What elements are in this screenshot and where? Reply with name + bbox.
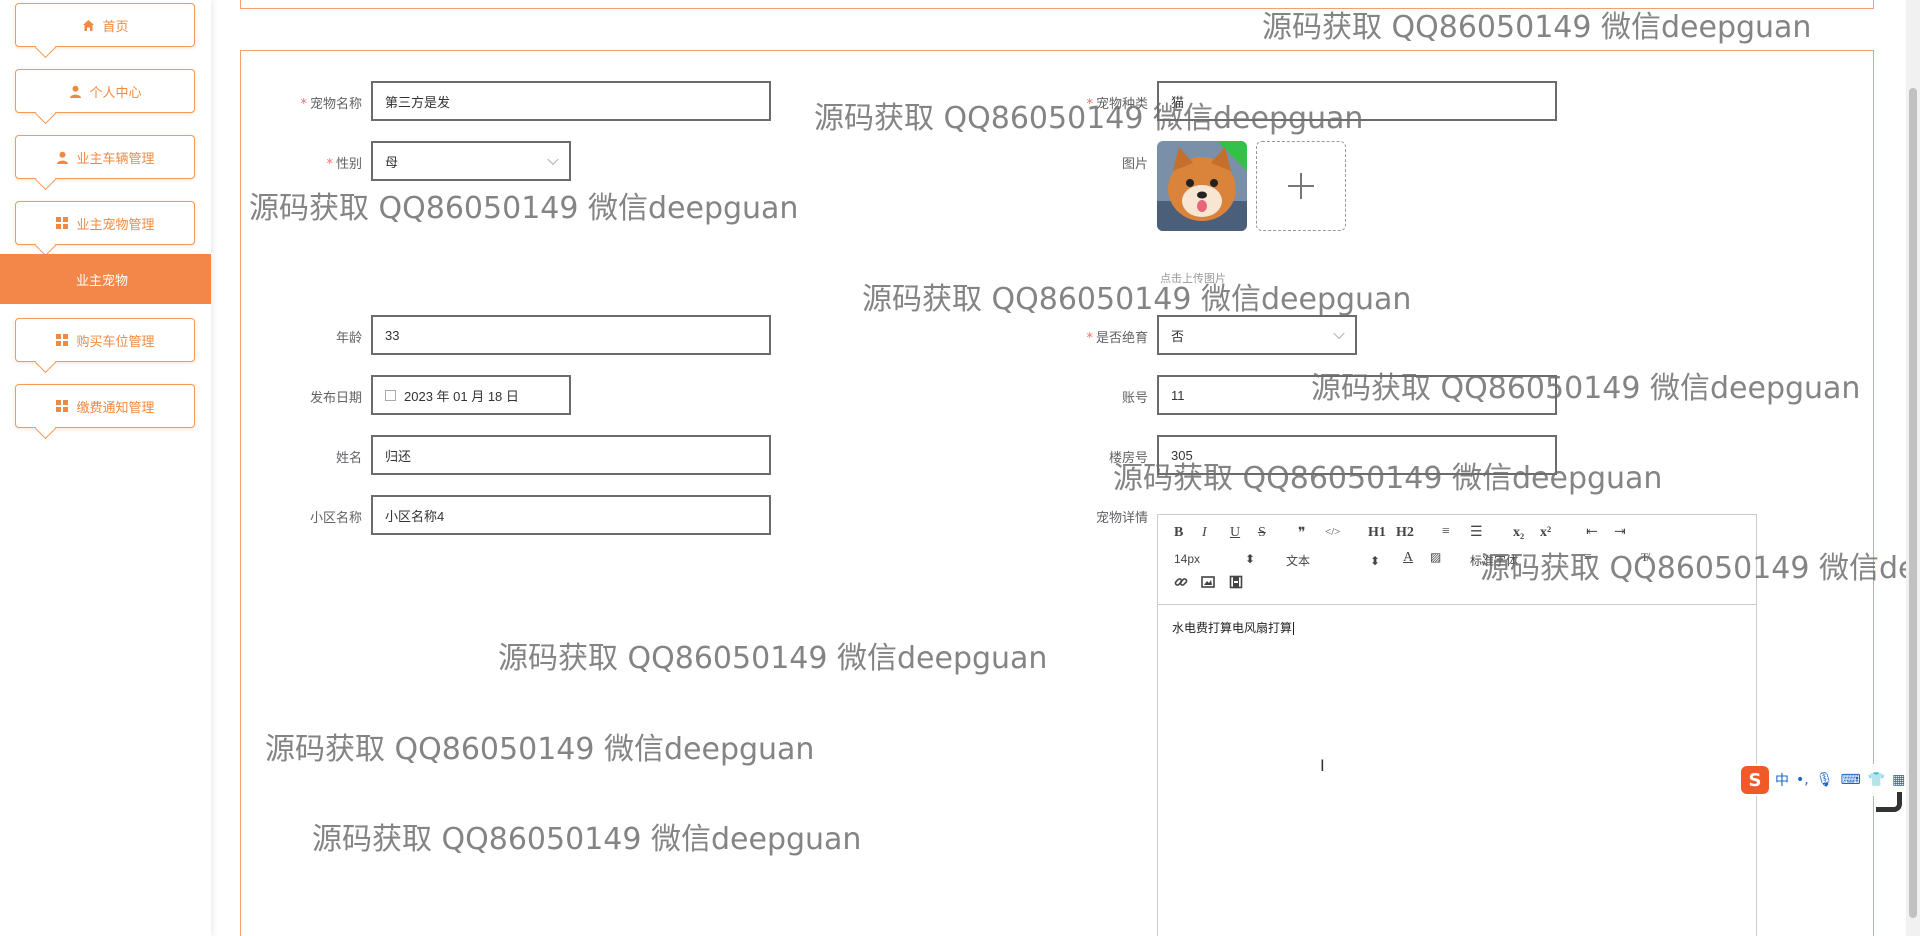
image-label: 图片 xyxy=(1121,157,1148,172)
plus-icon xyxy=(1288,173,1314,199)
neutered-label: * 是否绝育 xyxy=(1086,331,1148,346)
home-icon xyxy=(81,18,95,32)
account-label: 账号 xyxy=(1121,391,1148,406)
microphone-icon[interactable]: 🎙 xyxy=(1816,772,1834,788)
rich-text-editor: B I U S ❞ </> H1 H2 ≡ ☰ x₂ x² ⇤ ⇥ 14px ⬍ … xyxy=(1157,514,1757,936)
link-button[interactable] xyxy=(1174,575,1188,594)
gender-label: * 性别 xyxy=(326,157,362,172)
community-label: 小区名称 xyxy=(309,511,362,526)
video-button[interactable] xyxy=(1229,575,1243,594)
publish-date-label: 发布日期 xyxy=(309,391,362,406)
grid-icon xyxy=(55,216,69,230)
sidebar-subitem-owner-pets[interactable]: 业主宠物 xyxy=(0,254,211,304)
ime-punctuation[interactable]: •, xyxy=(1796,772,1809,788)
sidebar-item-label: 缴费通知管理 xyxy=(76,400,155,416)
header-select[interactable]: 标准字体 xyxy=(1470,552,1518,569)
scrollbar-thumb[interactable] xyxy=(1909,88,1917,918)
name-label: 姓名 xyxy=(335,451,362,466)
age-input[interactable]: 33 xyxy=(371,315,771,355)
pet-type-input[interactable]: 猫 xyxy=(1157,81,1557,121)
user-icon xyxy=(55,150,69,164)
pet-type-label: * 宠物种类 xyxy=(1086,97,1148,112)
image-upload-button[interactable] xyxy=(1256,141,1346,231)
upload-tip: 点击上传图片 xyxy=(1160,272,1226,285)
keyboard-icon[interactable]: ⌨ xyxy=(1841,772,1861,788)
user-icon xyxy=(68,84,82,98)
name-input[interactable]: 归还 xyxy=(371,435,771,475)
editor-toolbar: B I U S ❞ </> H1 H2 ≡ ☰ x₂ x² ⇤ ⇥ 14px ⬍ … xyxy=(1158,515,1756,605)
image-button[interactable] xyxy=(1201,575,1215,594)
code-block-button[interactable]: </> xyxy=(1325,526,1340,538)
age-label: 年龄 xyxy=(335,331,362,346)
font-type-select[interactable]: 文本 ⬍ xyxy=(1286,552,1380,569)
sidebar: 首页 个人中心 业主车辆管理 业主宠物管理 业主宠物 购买车位管理 缴费通知管理 xyxy=(0,0,211,936)
pet-name-input[interactable]: 第三方是发 xyxy=(371,81,771,121)
ime-language[interactable]: 中 xyxy=(1775,770,1789,790)
sidebar-item-parking[interactable]: 购买车位管理 xyxy=(15,318,195,362)
link-icon xyxy=(1174,578,1188,586)
ordered-list-button[interactable]: ≡ xyxy=(1442,524,1450,540)
subscript-button[interactable]: x₂ xyxy=(1513,525,1524,541)
strike-button[interactable]: S xyxy=(1258,525,1266,541)
outdent-button[interactable]: ⇤ xyxy=(1586,524,1598,541)
align-button[interactable]: ≡ xyxy=(1584,550,1592,566)
room-label: 楼房号 xyxy=(1108,451,1148,466)
film-icon xyxy=(1229,575,1243,589)
blockquote-button[interactable]: ❞ xyxy=(1298,525,1306,542)
italic-button[interactable]: I xyxy=(1202,525,1207,541)
font-size-select[interactable]: 14px ⬍ xyxy=(1174,552,1255,566)
community-input[interactable]: 小区名称4 xyxy=(371,495,771,535)
sidebar-item-profile[interactable]: 个人中心 xyxy=(15,69,195,113)
sidebar-item-payment-notice[interactable]: 缴费通知管理 xyxy=(15,384,195,428)
room-input[interactable]: 305 xyxy=(1157,435,1557,475)
sidebar-subitem-label: 业主宠物 xyxy=(76,273,129,289)
account-input[interactable]: 11 xyxy=(1157,375,1557,415)
indent-button[interactable]: ⇥ xyxy=(1614,524,1626,541)
bullet-list-button[interactable]: ☰ xyxy=(1470,524,1483,541)
chevron-down-icon xyxy=(547,153,559,166)
sidebar-item-vehicles[interactable]: 业主车辆管理 xyxy=(15,135,195,179)
sidebar-item-label: 首页 xyxy=(102,19,129,35)
header1-button[interactable]: H1 xyxy=(1368,525,1386,541)
skin-icon[interactable]: 👕 xyxy=(1868,772,1885,788)
chevron-down-icon xyxy=(1333,327,1345,340)
font-color-button[interactable]: A xyxy=(1403,550,1413,566)
editor-content[interactable]: 水电费打算电风扇打算 xyxy=(1158,605,1756,650)
pet-name-label: * 宠物名称 xyxy=(300,97,362,112)
details-label: 宠物详情 xyxy=(1095,511,1148,526)
sidebar-item-pets[interactable]: 业主宠物管理 xyxy=(15,201,195,245)
sidebar-item-label: 个人中心 xyxy=(89,85,142,101)
calendar-icon xyxy=(385,389,396,401)
sidebar-item-label: 业主宠物管理 xyxy=(76,217,155,233)
corner-logo xyxy=(1876,792,1902,812)
top-card xyxy=(240,0,1874,9)
apps-grid-icon[interactable]: ▦ xyxy=(1892,772,1905,788)
neutered-select[interactable]: 否 xyxy=(1157,315,1357,355)
publish-date-picker[interactable]: 2023 年 01 月 18 日 xyxy=(371,375,571,415)
pet-image-thumbnail[interactable] xyxy=(1157,141,1247,231)
underline-button[interactable]: U xyxy=(1230,525,1240,541)
grid-icon xyxy=(55,399,69,413)
sogou-logo-icon: S xyxy=(1741,766,1769,794)
text-caret xyxy=(1293,622,1295,635)
clear-format-icon[interactable]: T̸ xyxy=(1641,550,1648,565)
gender-select[interactable]: 母 xyxy=(371,141,571,181)
grid-icon xyxy=(55,333,69,347)
app-window: 首页 个人中心 业主车辆管理 业主宠物管理 业主宠物 购买车位管理 缴费通知管理… xyxy=(0,0,1920,936)
sidebar-item-label: 购买车位管理 xyxy=(76,334,155,350)
scrollbar[interactable] xyxy=(1906,0,1920,936)
superscript-button[interactable]: x² xyxy=(1540,525,1551,541)
sidebar-item-label: 业主车辆管理 xyxy=(76,151,155,167)
background-color-button[interactable]: ▨ xyxy=(1430,550,1441,565)
text-cursor-icon: I xyxy=(1320,756,1325,775)
sidebar-item-home[interactable]: 首页 xyxy=(15,3,195,47)
bold-button[interactable]: B xyxy=(1174,525,1183,541)
image-icon xyxy=(1201,576,1215,588)
header2-button[interactable]: H2 xyxy=(1396,525,1414,541)
